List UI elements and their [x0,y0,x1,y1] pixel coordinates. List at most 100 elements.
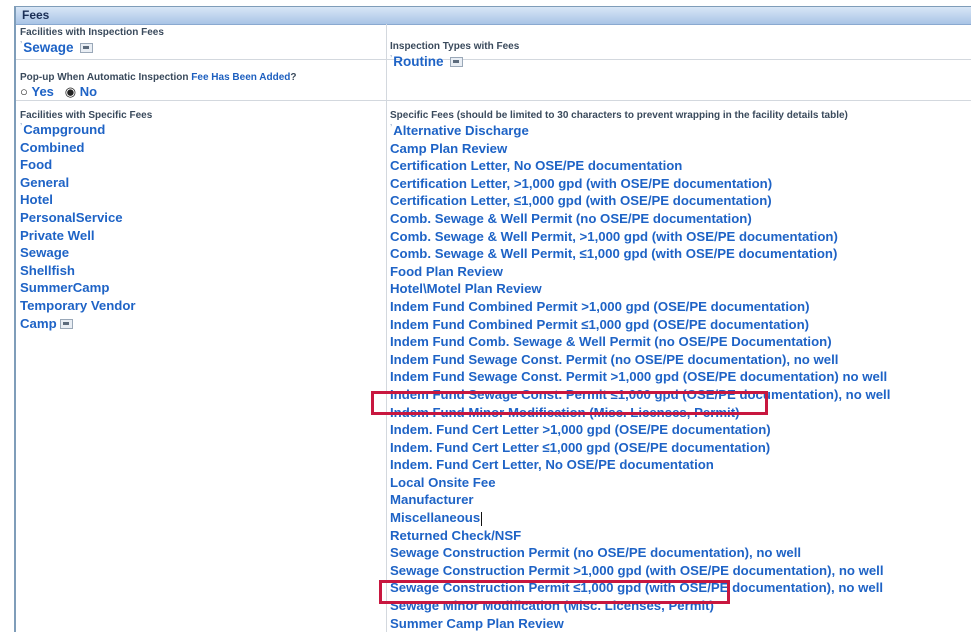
facility-item-label: General [20,174,70,190]
fee-list-item[interactable]: Indem Fund Combined Permit ≤1,000 gpd (O… [390,316,890,334]
fee-item-label: Certification Letter, No OSE/PE document… [390,158,683,174]
facility-item-label: Campground [23,122,106,137]
facility-list-item[interactable]: SummerCamp [20,279,136,297]
facility-list-item[interactable]: Hotel [20,191,136,209]
fee-list-item[interactable]: Manufacturer [390,491,890,509]
dropdown-button-icon[interactable] [450,57,464,68]
fee-list-item[interactable]: Comb. Sewage & Well Permit (no OSE/PE do… [390,210,890,228]
facility-list-item[interactable]: Sewage [20,244,136,262]
fee-item-label: Returned Check/NSF [390,527,522,543]
panel-header: Fees [16,7,971,25]
fee-list-item[interactable]: Comb. Sewage & Well Permit, ≤1,000 gpd (… [390,245,890,263]
fee-item-label: Sewage Construction Permit >1,000 gpd (w… [390,562,884,578]
radio-yes-icon[interactable]: ○ [20,84,28,99]
popup-radio-group: ○ Yes ◉ No [20,84,97,100]
fee-list-item[interactable]: Indem Fund Comb. Sewage & Well Permit (n… [390,333,890,351]
facility-item-label: Sewage [20,245,70,261]
fee-item-label: Certification Letter, ≤1,000 gpd (with O… [390,193,772,209]
fee-list-item[interactable]: Summer Camp Plan Review [390,615,890,632]
fee-list-item[interactable]: Certification Letter, No OSE/PE document… [390,157,890,175]
select-tick-icon: ’ [390,123,393,134]
fee-item-label: Comb. Sewage & Well Permit (no OSE/PE do… [390,210,752,226]
inspection-fees-select[interactable]: ’Sewage [20,40,94,55]
fee-item-label: Manufacturer [390,492,474,508]
fee-item-label: Certification Letter, >1,000 gpd (with O… [390,175,773,191]
fee-list-item[interactable]: ’Alternative Discharge [390,122,890,140]
radio-yes-label[interactable]: Yes [31,84,53,99]
fee-item-label: Miscellaneous [390,510,481,526]
dropdown-button-icon[interactable] [80,43,94,54]
fee-list-item[interactable]: Sewage Construction Permit >1,000 gpd (w… [390,562,890,580]
radio-no-icon[interactable]: ◉ [65,84,76,99]
specific-fees-label: Specific Fees (should be limited to 30 c… [390,110,848,121]
fee-item-label: Indem Fund Combined Permit ≤1,000 gpd (O… [390,316,810,332]
row-divider [16,100,971,101]
column-divider [386,24,387,632]
facility-list-item[interactable]: Private Well [20,227,136,245]
fee-list-item[interactable]: Indem. Fund Cert Letter, No OSE/PE docum… [390,456,890,474]
facility-item-label: Private Well [20,227,95,243]
fee-item-label: Indem Fund Sewage Const. Permit (no OSE/… [390,351,839,367]
select-tick-icon: ’ [390,54,393,65]
popup-label: Pop-up When Automatic Inspection Fee Has… [20,72,297,83]
facility-list-item[interactable]: ’Campground [20,121,136,139]
fee-item-label: Indem. Fund Cert Letter ≤1,000 gpd (OSE/… [390,439,771,455]
radio-no-label[interactable]: No [80,84,97,99]
text-cursor-icon [481,511,483,526]
fee-list-item[interactable]: Local Onsite Fee [390,474,890,492]
fee-list-item[interactable]: Returned Check/NSF [390,527,890,545]
fee-item-label: Comb. Sewage & Well Permit, >1,000 gpd (… [390,228,838,244]
fee-item-label: Summer Camp Plan Review [390,615,564,631]
select-tick-icon: ’ [20,122,23,133]
fee-item-label: Hotel\Motel Plan Review [390,281,542,297]
facility-list-item[interactable]: General [20,174,136,192]
facility-item-label: PersonalService [20,209,123,225]
facility-item-label: Shellfish [20,262,75,278]
facility-list-item[interactable]: Combined [20,139,136,157]
facility-item-label: SummerCamp [20,280,110,296]
facility-item-label: Food [20,157,53,173]
dropdown-button-icon[interactable] [59,319,73,330]
inspection-fees-value: Sewage [23,40,74,55]
facility-list-item[interactable]: PersonalService [20,209,136,227]
facility-item-label: Combined [20,139,85,155]
facility-list-item[interactable]: Camp [20,315,136,333]
facility-list-item[interactable]: Food [20,156,136,174]
facility-listbox[interactable]: ’Campground Combined Food General Hotel Perso… [20,121,136,332]
fee-list-item[interactable]: Certification Letter, ≤1,000 gpd (with O… [390,192,890,210]
fee-list-item[interactable]: Certification Letter, >1,000 gpd (with O… [390,175,890,193]
fee-list-item[interactable]: Indem. Fund Cert Letter >1,000 gpd (OSE/… [390,421,890,439]
fee-item-label: Sewage Construction Permit (no OSE/PE do… [390,545,802,561]
fee-item-label: Local Onsite Fee [390,474,496,490]
row-divider [16,59,971,60]
facility-item-label: Temporary Vendor [20,297,136,313]
fee-item-label: Indem. Fund Cert Letter, No OSE/PE docum… [390,457,714,473]
fees-panel: Fees Facilities with Inspection Fees ’Se… [14,6,971,632]
select-tick-icon: ’ [20,40,23,51]
inspection-types-select[interactable]: ’Routine [390,54,464,69]
inspection-types-value: Routine [393,54,444,69]
highlight-box-indem-minor-mod [371,391,768,415]
panel-title: Fees [22,8,50,22]
fees-listbox[interactable]: ’Alternative Discharge Camp Plan Review Ce… [390,122,890,632]
fee-list-item[interactable]: Comb. Sewage & Well Permit, >1,000 gpd (… [390,228,890,246]
fee-item-label: Indem. Fund Cert Letter >1,000 gpd (OSE/… [390,422,771,438]
fee-item-label: Food Plan Review [390,263,503,279]
fee-list-item[interactable]: Indem Fund Sewage Const. Permit (no OSE/… [390,351,890,369]
fee-item-label: Indem Fund Combined Permit >1,000 gpd (O… [390,298,810,314]
fee-item-label: Indem Fund Comb. Sewage & Well Permit (n… [390,334,832,350]
fee-list-item[interactable]: Indem Fund Combined Permit >1,000 gpd (O… [390,298,890,316]
inspection-types-label: Inspection Types with Fees [390,41,520,52]
fee-list-item[interactable]: Indem Fund Sewage Const. Permit >1,000 g… [390,368,890,386]
fee-list-item[interactable]: Hotel\Motel Plan Review [390,280,890,298]
fee-list-item[interactable]: Camp Plan Review [390,140,890,158]
facility-list-item[interactable]: Shellfish [20,262,136,280]
specific-facilities-label: Facilities with Specific Fees [20,110,153,121]
fee-item-label: Comb. Sewage & Well Permit, ≤1,000 gpd (… [390,246,838,262]
facility-list-item[interactable]: Temporary Vendor [20,297,136,315]
fee-list-item[interactable]: Miscellaneous [390,509,890,527]
fee-list-item[interactable]: Indem. Fund Cert Letter ≤1,000 gpd (OSE/… [390,439,890,457]
fee-list-item[interactable]: Sewage Construction Permit (no OSE/PE do… [390,544,890,562]
fee-list-item[interactable]: Food Plan Review [390,263,890,281]
fee-item-label: Camp Plan Review [390,140,508,156]
